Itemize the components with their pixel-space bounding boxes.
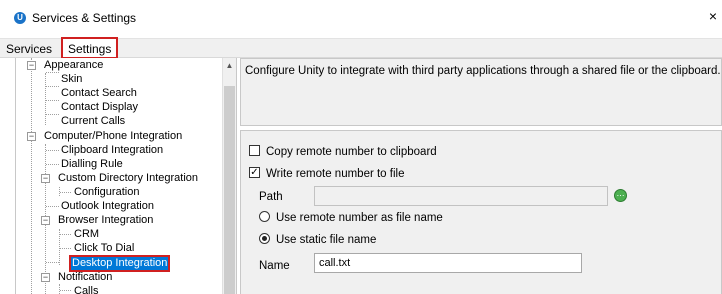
tab-strip: Services Settings [0, 37, 722, 59]
tree-item-current-calls[interactable]: Current Calls [60, 115, 126, 128]
collapse-appearance-icon[interactable]: − [27, 61, 36, 70]
tree-item-browser-integration[interactable]: Browser Integration [57, 214, 154, 227]
copy-remote-number-option[interactable]: Copy remote number to clipboard [249, 145, 437, 159]
settings-tree[interactable]: − Appearance Skin Contact Search Contact… [15, 58, 237, 294]
name-field[interactable] [314, 253, 582, 273]
use-static-file-name-radio[interactable] [259, 233, 270, 245]
tree-item-appearance[interactable]: Appearance [43, 59, 104, 72]
unity-app-icon: U [14, 12, 26, 24]
description-panel: Configure Unity to integrate with third … [240, 58, 722, 126]
tree-item-skin[interactable]: Skin [60, 73, 83, 86]
title-bar: U Services & Settings × [0, 0, 722, 34]
tree-item-desktop-integration[interactable]: Desktop Integration [68, 255, 171, 272]
browse-folder-icon[interactable]: ⋯ [614, 189, 627, 202]
use-remote-as-file-name-label: Use remote number as file name [276, 212, 443, 224]
tab-settings[interactable]: Settings [61, 37, 119, 59]
tree-item-crm[interactable]: CRM [73, 228, 100, 241]
name-label: Name [259, 260, 290, 272]
write-remote-number-label: Write remote number to file [266, 168, 405, 180]
tree-item-calls[interactable]: Calls [73, 285, 99, 294]
use-remote-as-file-name-radio[interactable] [259, 211, 270, 223]
copy-remote-number-label: Copy remote number to clipboard [266, 146, 437, 158]
use-remote-as-file-name-option[interactable]: Use remote number as file name [259, 211, 443, 225]
path-label: Path [259, 191, 283, 203]
options-panel: Copy remote number to clipboard ✓ Write r… [240, 130, 722, 294]
collapse-computer-phone-icon[interactable]: − [27, 132, 36, 141]
tree-item-configuration[interactable]: Configuration [73, 186, 140, 199]
copy-remote-number-checkbox[interactable] [249, 145, 260, 157]
path-field[interactable] [314, 186, 608, 206]
scroll-up-arrow-icon[interactable]: ▲ [223, 60, 236, 72]
write-remote-number-option[interactable]: ✓ Write remote number to file [249, 167, 404, 181]
tab-services[interactable]: Services [3, 41, 55, 59]
tree-scrollbar[interactable]: ▲ [222, 58, 236, 294]
tree-item-notification[interactable]: Notification [57, 271, 113, 284]
tree-item-clipboard-integration[interactable]: Clipboard Integration [60, 144, 164, 157]
tree-item-custom-directory-integration[interactable]: Custom Directory Integration [57, 172, 199, 185]
description-text: Configure Unity to integrate with third … [245, 65, 721, 77]
collapse-browser-integration-icon[interactable]: − [41, 216, 50, 225]
scroll-thumb[interactable] [224, 86, 235, 294]
tree-item-click-to-dial[interactable]: Click To Dial [73, 242, 135, 255]
tree-item-computer-phone-integration[interactable]: Computer/Phone Integration [43, 130, 183, 143]
window-title: Services & Settings [32, 11, 137, 25]
tree-item-contact-search[interactable]: Contact Search [60, 87, 138, 100]
tree-item-dialling-rule[interactable]: Dialling Rule [60, 158, 124, 171]
collapse-notification-icon[interactable]: − [41, 273, 50, 282]
tree-item-contact-display[interactable]: Contact Display [60, 101, 139, 114]
use-static-file-name-option[interactable]: Use static file name [259, 233, 376, 247]
write-remote-number-checkbox[interactable]: ✓ [249, 167, 260, 179]
close-button[interactable]: × [706, 8, 720, 24]
use-static-file-name-label: Use static file name [276, 234, 377, 246]
collapse-custom-directory-icon[interactable]: − [41, 174, 50, 183]
tree-item-outlook-integration[interactable]: Outlook Integration [60, 200, 155, 213]
